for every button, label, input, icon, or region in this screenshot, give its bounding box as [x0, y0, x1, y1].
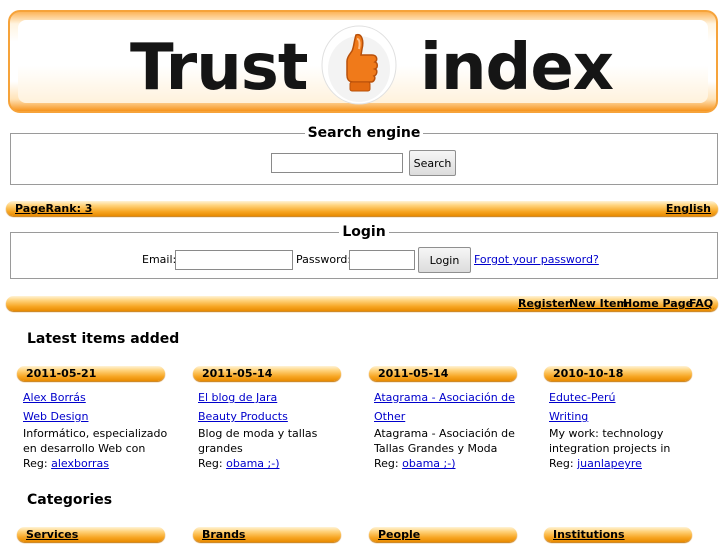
item-date: 2010-10-18	[553, 367, 624, 380]
latest-items-heading: Latest items added	[27, 331, 180, 347]
nav-faq-link[interactable]: FAQ	[689, 297, 713, 310]
main-nav-bar: Register New Item Home Page FAQ	[6, 296, 718, 311]
item-date: 2011-05-21	[26, 367, 97, 380]
language-selector: English	[666, 202, 711, 215]
nav-home-page-link[interactable]: Home Page	[623, 297, 693, 310]
item-category-link[interactable]: Web Design	[23, 410, 88, 423]
password-field[interactable]	[349, 250, 415, 270]
login-legend: Login	[339, 224, 389, 240]
pagerank-label: PageRank: 3	[15, 202, 92, 215]
item-name-link[interactable]: Atagrama - Asociación de	[374, 391, 515, 404]
search-engine-panel: Search engine Search	[10, 125, 718, 185]
brand-word-trust: Trust	[130, 31, 308, 105]
reg-label: Reg:	[549, 457, 574, 470]
item-category-link[interactable]: Beauty Products	[198, 410, 288, 423]
item-date: 2011-05-14	[378, 367, 449, 380]
category-bar: Institutions	[544, 527, 692, 542]
item-date-bar: 2011-05-14	[193, 366, 341, 381]
item-name-link[interactable]: El blog de Jara	[198, 391, 277, 404]
item-name-link[interactable]: Alex Borrás	[23, 391, 86, 404]
item-description: Informático, especializado en desarrollo…	[23, 427, 168, 455]
item-description: Atagrama - Asociación de Tallas Grandes …	[374, 427, 515, 455]
latest-item: Atagrama - Asociación de Other Atagrama …	[374, 388, 534, 471]
site-banner: Trust index	[8, 10, 718, 113]
email-label: Email:	[142, 253, 177, 266]
item-date: 2011-05-14	[202, 367, 273, 380]
password-label: Password:	[296, 253, 352, 266]
latest-item: El blog de Jara Beauty Products Blog de …	[198, 388, 358, 471]
reg-user-link[interactable]: obama ;-)	[402, 457, 455, 470]
reg-label: Reg:	[23, 457, 48, 470]
login-panel: Login Email: Password: Login Forgot your…	[10, 224, 718, 279]
item-date-bar: 2011-05-21	[17, 366, 165, 381]
category-bar: Services	[17, 527, 165, 542]
item-date-bar: 2011-05-14	[369, 366, 517, 381]
reg-label: Reg:	[198, 457, 223, 470]
item-description: My work: technology integration projects…	[549, 427, 671, 455]
search-button[interactable]: Search	[409, 150, 456, 176]
category-bar: People	[369, 527, 517, 542]
latest-item: Edutec-Perú Writing My work: technology …	[549, 388, 709, 471]
reg-label: Reg:	[374, 457, 399, 470]
pagerank-link[interactable]: PageRank: 3	[15, 202, 92, 215]
latest-item: Alex Borrás Web Design Informático, espe…	[23, 388, 183, 471]
item-category-link[interactable]: Other	[374, 410, 405, 423]
email-field[interactable]	[175, 250, 293, 270]
item-category-link[interactable]: Writing	[549, 410, 588, 423]
item-description: Blog de moda y tallas grandes	[198, 427, 318, 455]
nav-new-item-link[interactable]: New Item	[569, 297, 628, 310]
item-date-bar: 2010-10-18	[544, 366, 692, 381]
language-link-english[interactable]: English	[666, 202, 711, 215]
reg-user-link[interactable]: obama ;-)	[226, 457, 279, 470]
item-name-link[interactable]: Edutec-Perú	[549, 391, 616, 404]
reg-user-link[interactable]: alexborras	[51, 457, 109, 470]
category-link-brands[interactable]: Brands	[202, 528, 245, 541]
search-engine-legend: Search engine	[304, 125, 424, 141]
reg-user-link[interactable]: juanlapeyre	[577, 457, 642, 470]
brand-word-index: index	[420, 31, 614, 105]
category-link-services[interactable]: Services	[26, 528, 78, 541]
nav-register-link[interactable]: Register	[518, 297, 570, 310]
forgot-password-link[interactable]: Forgot your password?	[474, 253, 599, 267]
category-link-people[interactable]: People	[378, 528, 420, 541]
login-button[interactable]: Login	[418, 247, 471, 273]
categories-heading: Categories	[27, 492, 113, 508]
category-link-institutions[interactable]: Institutions	[553, 528, 625, 541]
pagerank-bar: PageRank: 3 English	[6, 201, 718, 216]
search-input[interactable]	[271, 153, 403, 173]
category-bar: Brands	[193, 527, 341, 542]
thumbs-up-icon	[321, 25, 397, 105]
